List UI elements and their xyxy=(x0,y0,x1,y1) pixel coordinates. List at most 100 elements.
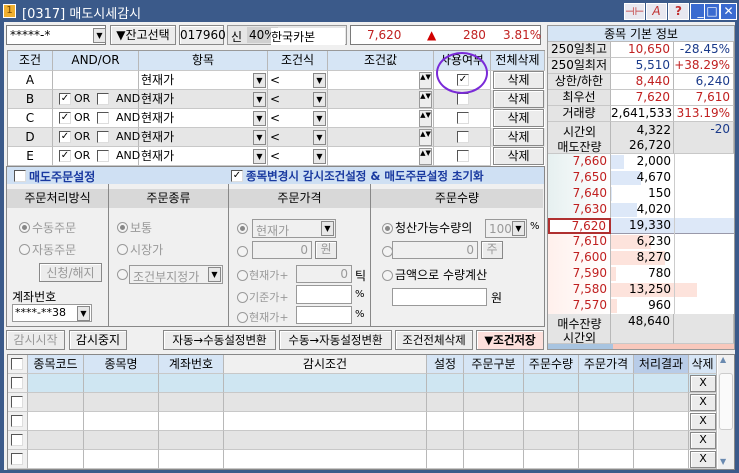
delete-all-conditions-button[interactable]: 조건전체삭제 xyxy=(395,330,473,350)
or-label: OR xyxy=(74,130,91,143)
use-checkbox[interactable] xyxy=(457,150,469,162)
row-checkbox[interactable] xyxy=(11,434,23,446)
chevron-down-icon[interactable]: ▼ xyxy=(93,28,106,43)
spinner-icon[interactable]: ▲▼ xyxy=(419,91,432,108)
use-checkbox[interactable] xyxy=(457,112,469,124)
header-stock-code: 종목코드 xyxy=(28,355,84,374)
chevron-down-icon[interactable]: ▼ xyxy=(253,149,266,164)
order-settings-checkbox[interactable] xyxy=(14,170,26,182)
chevron-down-icon[interactable]: ▼ xyxy=(253,111,266,126)
and-label: AND xyxy=(116,92,141,105)
delete-condition-button[interactable]: 삭제 xyxy=(493,147,544,165)
item-select[interactable]: 현재가 xyxy=(139,71,268,90)
account-select[interactable]: *****-* ▼ xyxy=(6,25,106,45)
select-all-checkbox[interactable] xyxy=(11,358,23,370)
and-checkbox[interactable] xyxy=(97,112,109,124)
quote-price[interactable]: 7,650 xyxy=(548,170,611,186)
info-value-2: 313.19% xyxy=(674,106,734,122)
scrollbar-thumb[interactable] xyxy=(719,373,733,430)
row-delete-button[interactable]: X xyxy=(690,432,716,449)
item-select[interactable]: 현재가 xyxy=(139,90,268,109)
help-icon[interactable]: ? xyxy=(668,3,689,20)
chevron-down-icon[interactable]: ▼ xyxy=(253,73,266,88)
reset-checkbox[interactable]: ✓ xyxy=(231,170,243,182)
item-select[interactable]: 현재가 xyxy=(139,147,268,166)
chevron-down-icon[interactable]: ▼ xyxy=(313,130,326,145)
row-delete-button[interactable]: X xyxy=(690,375,716,392)
spinner-icon[interactable]: ▲▼ xyxy=(419,72,432,89)
delete-condition-button[interactable]: 삭제 xyxy=(493,71,544,89)
grid-row[interactable]: X xyxy=(8,431,717,450)
item-select[interactable]: 현재가 xyxy=(139,128,268,147)
quote-price[interactable]: 7,620 xyxy=(548,218,611,234)
chevron-down-icon[interactable]: ▼ xyxy=(313,111,326,126)
or-checkbox[interactable]: ✓ xyxy=(59,93,71,105)
grid-row[interactable]: X xyxy=(8,374,717,393)
balance-select-button[interactable]: ▼잔고선택 xyxy=(110,25,176,45)
or-checkbox[interactable]: ✓ xyxy=(59,112,71,124)
and-checkbox[interactable] xyxy=(97,93,109,105)
quote-price[interactable]: 7,580 xyxy=(548,282,611,298)
row-delete-button[interactable]: X xyxy=(690,451,716,468)
header-item: 항목 xyxy=(139,51,268,71)
quote-price[interactable]: 7,600 xyxy=(548,250,611,266)
chevron-down-icon[interactable]: ▼ xyxy=(313,92,326,107)
and-checkbox[interactable] xyxy=(97,150,109,162)
header-delete-all[interactable]: 전체삭제 xyxy=(491,51,545,71)
grid-row[interactable]: X xyxy=(8,450,717,469)
pin-icon[interactable]: ⊣⊢ xyxy=(624,3,645,20)
or-checkbox[interactable]: ✓ xyxy=(59,131,71,143)
use-checkbox[interactable] xyxy=(457,93,469,105)
stock-name-field[interactable]: 신 40% 한국카본 xyxy=(227,25,347,45)
buy-remain: 48,640 xyxy=(611,314,674,344)
spinner-icon[interactable]: ▲▼ xyxy=(419,148,432,165)
header-result: 처리결과 xyxy=(634,355,689,374)
delete-condition-button[interactable]: 삭제 xyxy=(493,109,544,127)
quote-price[interactable]: 7,660 xyxy=(548,154,611,170)
stock-code[interactable]: 017960 xyxy=(179,25,226,45)
or-checkbox[interactable]: ✓ xyxy=(59,150,71,162)
use-checkbox[interactable] xyxy=(457,131,469,143)
grid-cell xyxy=(524,431,579,450)
chevron-down-icon[interactable]: ▼ xyxy=(253,92,266,107)
delete-condition-button[interactable]: 삭제 xyxy=(493,90,544,108)
item-select[interactable]: 현재가 xyxy=(139,109,268,128)
chevron-down-icon[interactable]: ▼ xyxy=(253,130,266,145)
grid-row[interactable]: X xyxy=(8,393,717,412)
chevron-down-icon[interactable]: ▼ xyxy=(313,149,326,164)
condition-id: A xyxy=(8,71,53,90)
chevron-down-icon[interactable]: ▼ xyxy=(313,73,326,88)
maximize-icon[interactable]: □ xyxy=(704,3,720,20)
row-checkbox[interactable] xyxy=(11,396,23,408)
start-monitor-button[interactable]: 감시시작 xyxy=(6,330,65,350)
quote-volume: 4,020 xyxy=(636,202,671,216)
font-icon[interactable]: A xyxy=(646,3,667,20)
grid-cell xyxy=(634,374,689,393)
auto-to-manual-button[interactable]: 자동→수동설정변환 xyxy=(163,330,276,350)
manual-to-auto-button[interactable]: 수동→자동설정변환 xyxy=(279,330,392,350)
quote-price[interactable]: 7,630 xyxy=(548,202,611,218)
scroll-up-icon[interactable]: ▲ xyxy=(720,355,726,364)
row-delete-button[interactable]: X xyxy=(690,394,716,411)
row-checkbox[interactable] xyxy=(11,415,23,427)
save-conditions-button[interactable]: ▼조건저장 xyxy=(476,330,544,350)
row-delete-button[interactable]: X xyxy=(690,413,716,430)
quote-price[interactable]: 7,610 xyxy=(548,234,611,250)
stop-monitor-button[interactable]: 감시중지 xyxy=(69,330,127,350)
row-checkbox[interactable] xyxy=(11,377,23,389)
row-checkbox[interactable] xyxy=(11,453,23,465)
spinner-icon[interactable]: ▲▼ xyxy=(419,110,432,127)
scroll-down-icon[interactable]: ▼ xyxy=(720,457,726,466)
delete-condition-button[interactable]: 삭제 xyxy=(493,128,544,146)
and-checkbox[interactable] xyxy=(97,131,109,143)
quote-price[interactable]: 7,570 xyxy=(548,298,611,314)
grid-cell xyxy=(579,412,634,431)
quote-price[interactable]: 7,640 xyxy=(548,186,611,202)
quote-price[interactable]: 7,590 xyxy=(548,266,611,282)
grid-cell xyxy=(224,450,427,469)
grid-cell xyxy=(634,393,689,412)
close-icon[interactable]: ✕ xyxy=(720,3,737,20)
grid-row[interactable]: X xyxy=(8,412,717,431)
highlight-circle xyxy=(436,52,488,94)
spinner-icon[interactable]: ▲▼ xyxy=(419,129,432,146)
